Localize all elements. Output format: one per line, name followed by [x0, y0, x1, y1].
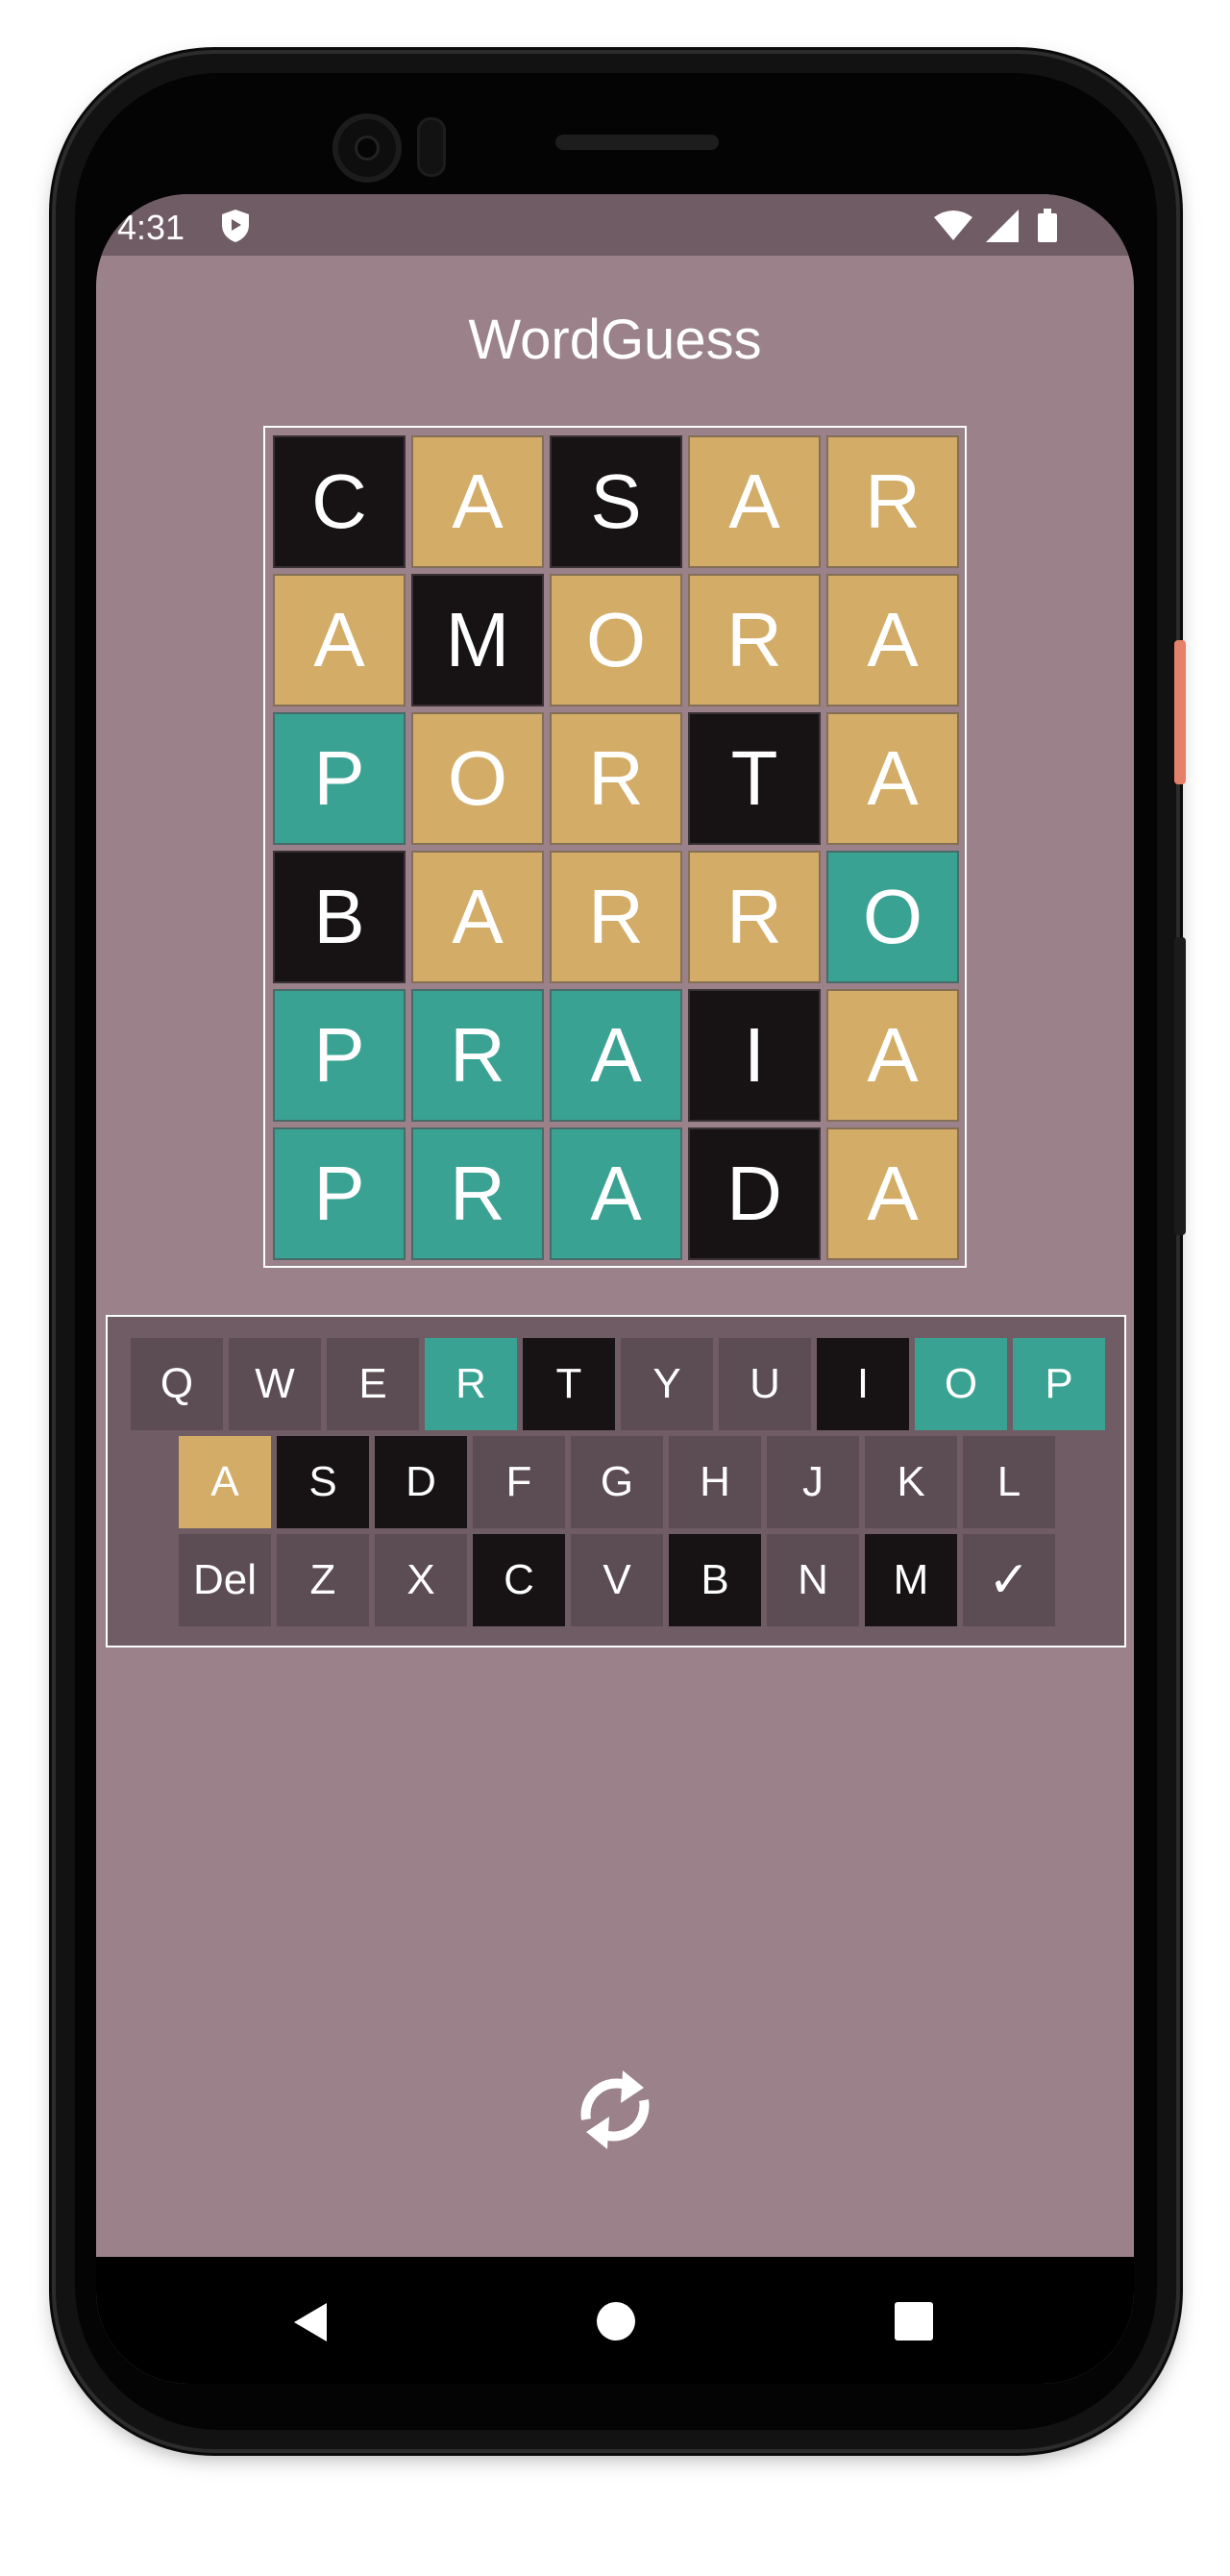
- board-tile: I: [688, 989, 821, 1122]
- board-tile: O: [411, 712, 544, 845]
- back-icon[interactable]: [290, 2301, 329, 2343]
- board-tile: R: [550, 712, 682, 845]
- board-tile: T: [688, 712, 821, 845]
- volume-button: [1174, 937, 1186, 1235]
- board-tile: A: [688, 435, 821, 568]
- signal-icon: [986, 210, 1019, 242]
- board-tile: O: [826, 851, 959, 983]
- key-u[interactable]: U: [719, 1338, 811, 1430]
- board-tile: P: [273, 989, 406, 1122]
- board-tile: R: [411, 989, 544, 1122]
- board-tile: S: [550, 435, 682, 568]
- board-tile: R: [826, 435, 959, 568]
- board-tile: B: [273, 851, 406, 983]
- key-m[interactable]: M: [865, 1534, 957, 1626]
- board-tile: C: [273, 435, 406, 568]
- board-tile: A: [550, 989, 682, 1122]
- wifi-icon: [934, 211, 972, 240]
- app-title: WordGuess: [468, 309, 762, 371]
- submit-check-key[interactable]: ✓: [963, 1534, 1055, 1626]
- key-d[interactable]: D: [375, 1436, 467, 1528]
- home-icon[interactable]: [596, 2301, 636, 2341]
- key-b[interactable]: B: [669, 1534, 761, 1626]
- delete-key[interactable]: Del: [179, 1534, 271, 1626]
- battery-icon: [1038, 209, 1057, 242]
- key-w[interactable]: W: [229, 1338, 321, 1430]
- navigation-bar: [96, 2257, 1134, 2384]
- key-k[interactable]: K: [865, 1436, 957, 1528]
- board-tile: M: [411, 574, 544, 706]
- board-tile: P: [273, 712, 406, 845]
- key-o[interactable]: O: [915, 1338, 1007, 1430]
- board-tile: A: [550, 1127, 682, 1260]
- key-q[interactable]: Q: [131, 1338, 223, 1430]
- board-tile: R: [688, 851, 821, 983]
- keyboard: Q W E R T Y U I O P A S D F G H J K L Del Z X C V B N M ✓: [106, 1315, 1126, 1647]
- key-c[interactable]: C: [473, 1534, 565, 1626]
- board-tile: O: [550, 574, 682, 706]
- key-e[interactable]: E: [327, 1338, 419, 1430]
- key-j[interactable]: J: [767, 1436, 859, 1528]
- board-tile: R: [550, 851, 682, 983]
- key-y[interactable]: Y: [621, 1338, 713, 1430]
- refresh-icon[interactable]: [567, 2047, 663, 2172]
- key-g[interactable]: G: [571, 1436, 663, 1528]
- key-s[interactable]: S: [277, 1436, 369, 1528]
- board-tile: R: [688, 574, 821, 706]
- board-tile: D: [688, 1127, 821, 1260]
- key-a[interactable]: A: [179, 1436, 271, 1528]
- board-tile: R: [411, 1127, 544, 1260]
- status-time: 4:31: [117, 208, 185, 247]
- app-screen: 4:31 WordGuess CASARAMORAPORTABARROPRAIA…: [96, 194, 1134, 2384]
- guess-board: CASARAMORAPORTABARROPRAIAPRADA: [263, 426, 967, 1268]
- board-tile: A: [273, 574, 406, 706]
- key-t[interactable]: T: [523, 1338, 615, 1430]
- key-x[interactable]: X: [375, 1534, 467, 1626]
- key-f[interactable]: F: [473, 1436, 565, 1528]
- key-z[interactable]: Z: [277, 1534, 369, 1626]
- board-tile: A: [411, 851, 544, 983]
- shield-icon: [222, 210, 249, 242]
- board-tile: A: [411, 435, 544, 568]
- key-r[interactable]: R: [425, 1338, 517, 1430]
- board-tile: P: [273, 1127, 406, 1260]
- status-bar: 4:31: [96, 194, 1134, 256]
- key-l[interactable]: L: [963, 1436, 1055, 1528]
- key-v[interactable]: V: [571, 1534, 663, 1626]
- key-i[interactable]: I: [817, 1338, 909, 1430]
- front-camera: [332, 113, 402, 183]
- key-p[interactable]: P: [1013, 1338, 1105, 1430]
- power-button: [1174, 640, 1186, 784]
- board-tile: A: [826, 1127, 959, 1260]
- key-n[interactable]: N: [767, 1534, 859, 1626]
- board-tile: A: [826, 989, 959, 1122]
- board-tile: A: [826, 712, 959, 845]
- earpiece-speaker: [555, 135, 719, 150]
- key-h[interactable]: H: [669, 1436, 761, 1528]
- board-tile: A: [826, 574, 959, 706]
- status-icons: [934, 209, 1057, 242]
- recents-icon[interactable]: [894, 2301, 934, 2341]
- proximity-sensor: [417, 117, 446, 177]
